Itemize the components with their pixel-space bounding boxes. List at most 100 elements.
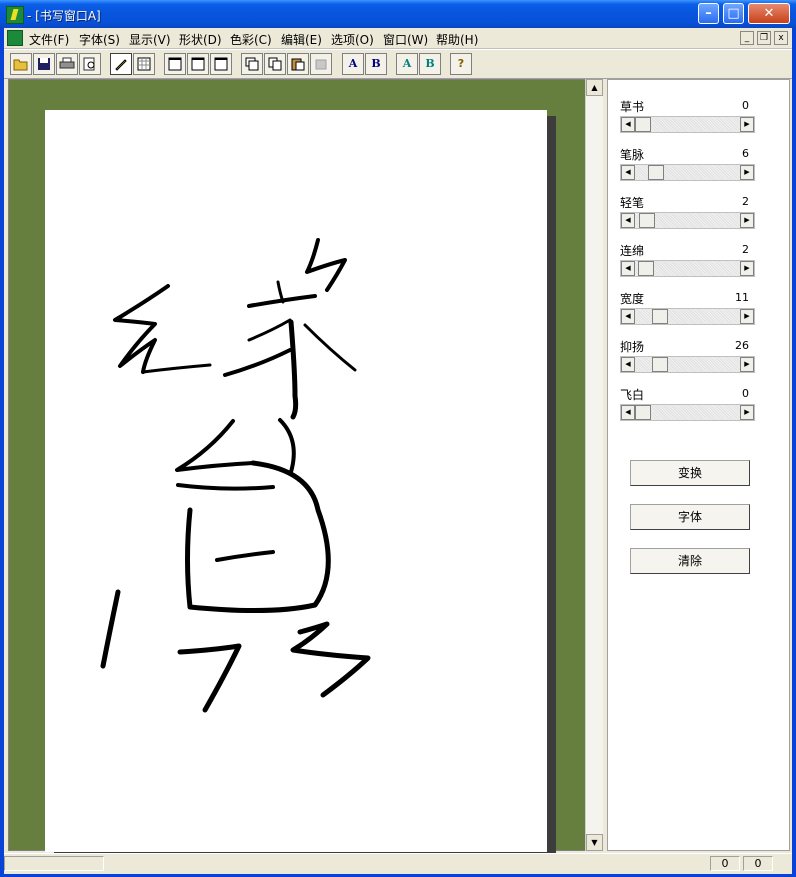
slider-value: 6	[742, 147, 749, 160]
menu-options[interactable]: 选项(O)	[331, 31, 374, 48]
pencil-icon	[115, 59, 127, 71]
menu-font[interactable]: 字体(S)	[79, 31, 120, 48]
slider-thumb[interactable]	[639, 213, 655, 228]
menu-view[interactable]: 显示(V)	[129, 31, 171, 48]
mdi-close-button[interactable]: x	[774, 31, 788, 45]
slider-thumb[interactable]	[635, 117, 651, 132]
cascade-button[interactable]	[241, 53, 263, 75]
parameter-slider[interactable]: ◀ ▶	[620, 404, 755, 421]
slider-right-arrow[interactable]: ▶	[740, 117, 754, 132]
slider-thumb[interactable]	[652, 357, 668, 372]
window-icon	[191, 57, 205, 71]
slider-thumb[interactable]	[652, 309, 668, 324]
parameter-slider[interactable]: ◀ ▶	[620, 116, 755, 133]
menu-edit[interactable]: 编辑(E)	[281, 31, 322, 48]
menu-shape[interactable]: 形状(D)	[179, 31, 222, 48]
slider-right-arrow[interactable]: ▶	[740, 165, 754, 180]
close-button[interactable]: ✕	[748, 3, 790, 24]
status-bar: 0 0	[4, 853, 792, 874]
mdi-restore-button[interactable]: ❐	[757, 31, 771, 45]
slider-left-arrow[interactable]: ◀	[621, 261, 635, 276]
mdi-minimize-button[interactable]: _	[740, 31, 754, 45]
bold-b-button[interactable]: B	[365, 53, 387, 75]
slider-label: 宽度	[620, 292, 645, 306]
slider-right-arrow[interactable]: ▶	[740, 405, 754, 420]
transform-button[interactable]: 变换	[630, 460, 750, 486]
status-x: 0	[710, 856, 740, 871]
slider-right-arrow[interactable]: ▶	[740, 261, 754, 276]
title-bar[interactable]: - [书写窗口A] – □ ✕	[0, 0, 796, 28]
stamp-icon	[315, 59, 327, 70]
bold-a-button[interactable]: A	[342, 53, 364, 75]
slider-right-arrow[interactable]: ▶	[740, 357, 754, 372]
document-icon[interactable]	[7, 30, 23, 46]
disabled-tool-button[interactable]	[310, 53, 332, 75]
teal-b-button[interactable]: B	[419, 53, 441, 75]
slider-value: 0	[742, 387, 749, 400]
slider-label: 连绵	[620, 244, 645, 258]
slider-thumb[interactable]	[648, 165, 664, 180]
slider-left-arrow[interactable]: ◀	[621, 117, 635, 132]
slider-right-arrow[interactable]: ▶	[740, 309, 754, 324]
clear-button[interactable]: 清除	[630, 548, 750, 574]
slider-thumb[interactable]	[638, 261, 654, 276]
window-title: - [书写窗口A]	[27, 9, 101, 23]
parameter-slider[interactable]: ◀ ▶	[620, 164, 755, 181]
grid-button[interactable]	[133, 53, 155, 75]
parameter-slider[interactable]: ◀ ▶	[620, 212, 755, 229]
writing-paper[interactable]	[45, 110, 547, 852]
scroll-up-arrow[interactable]: ▲	[586, 79, 603, 96]
open-button[interactable]	[10, 53, 32, 75]
menu-color[interactable]: 色彩(C)	[230, 31, 272, 48]
menu-window[interactable]: 窗口(W)	[383, 31, 428, 48]
vertical-scrollbar[interactable]: ▲ ▼	[585, 79, 603, 851]
menu-file[interactable]: 文件(F)	[29, 31, 69, 48]
slider-label: 笔脉	[620, 148, 645, 162]
print-button[interactable]	[56, 53, 78, 75]
slider-left-arrow[interactable]: ◀	[621, 309, 635, 324]
copy-button[interactable]	[264, 53, 286, 75]
slider-left-arrow[interactable]: ◀	[621, 213, 635, 228]
scroll-down-arrow[interactable]: ▼	[586, 834, 603, 851]
writing-canvas-area[interactable]	[8, 79, 589, 856]
menu-help[interactable]: 帮助(H)	[436, 31, 478, 48]
slider-left-arrow[interactable]: ◀	[621, 165, 635, 180]
slider-label: 飞白	[620, 388, 645, 402]
printer-icon	[59, 57, 75, 69]
paste-icon	[291, 58, 305, 71]
slider-label: 轻笔	[620, 196, 645, 210]
app-window: - [书写窗口A] – □ ✕ 文件(F) 字体(S) 显示(V) 形状(D) …	[0, 0, 796, 877]
toolbar: A B A B ?	[4, 49, 792, 79]
slider-value: 26	[735, 339, 749, 352]
teal-a-button[interactable]: A	[396, 53, 418, 75]
save-button[interactable]	[33, 53, 55, 75]
main-frame: 文件(F) 字体(S) 显示(V) 形状(D) 色彩(C) 编辑(E) 选项(O…	[4, 28, 792, 874]
slider-left-arrow[interactable]: ◀	[621, 405, 635, 420]
window-icon	[214, 57, 228, 71]
paste-button[interactable]	[287, 53, 309, 75]
print-preview-icon	[83, 57, 95, 71]
layout-triple-button[interactable]	[210, 53, 232, 75]
print-preview-button[interactable]	[79, 53, 101, 75]
font-button[interactable]: 字体	[630, 504, 750, 530]
minimize-button[interactable]: –	[698, 3, 719, 24]
help-button[interactable]: ?	[450, 53, 472, 75]
parameter-slider[interactable]: ◀ ▶	[620, 356, 755, 373]
handwriting-strokes	[100, 238, 371, 713]
status-message	[4, 856, 104, 871]
maximize-button[interactable]: □	[723, 3, 744, 24]
pen-tool-button[interactable]	[110, 53, 132, 75]
slider-label: 抑扬	[620, 340, 645, 354]
app-icon	[6, 6, 24, 24]
slider-label: 草书	[620, 100, 645, 114]
window-icon	[168, 57, 182, 71]
slider-thumb[interactable]	[635, 405, 651, 420]
parameter-panel: 草书 0 ◀ ▶ 笔脉 6 ◀ ▶ 轻笔 2 ◀ ▶ 连绵 2 ◀ ▶ 宽度 11 ◀ ▶ 抑扬 26 ◀ ▶ 飞白 0 ◀ ▶ 变换…	[607, 79, 790, 851]
layout-single-button[interactable]	[164, 53, 186, 75]
layout-double-button[interactable]	[187, 53, 209, 75]
copy-icon	[268, 57, 282, 71]
slider-left-arrow[interactable]: ◀	[621, 357, 635, 372]
parameter-slider[interactable]: ◀ ▶	[620, 260, 755, 277]
slider-right-arrow[interactable]: ▶	[740, 213, 754, 228]
parameter-slider[interactable]: ◀ ▶	[620, 308, 755, 325]
